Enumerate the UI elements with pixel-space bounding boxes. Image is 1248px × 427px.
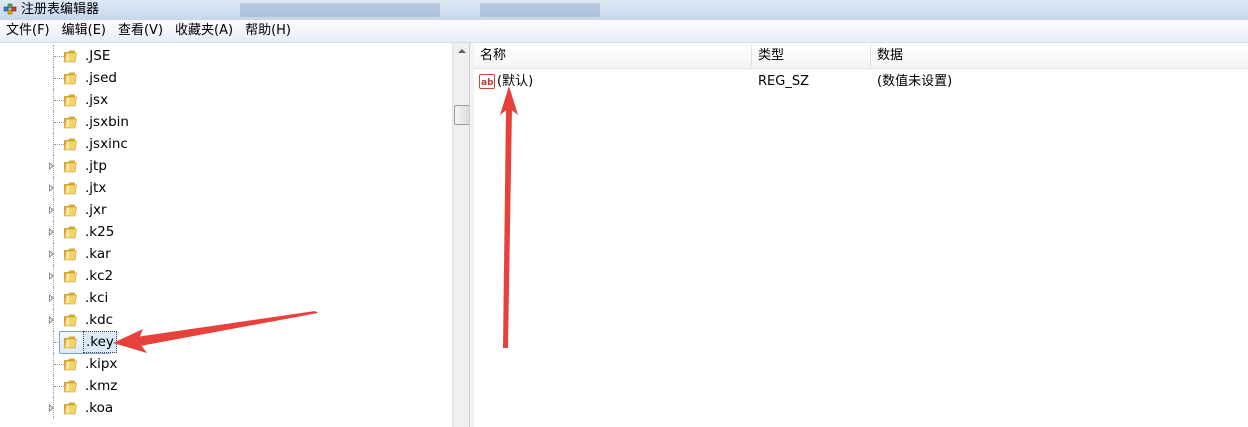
column-name[interactable]: 名称 xyxy=(474,43,751,68)
tree-item[interactable]: .kc2 xyxy=(0,265,452,287)
expand-arrow-icon[interactable] xyxy=(49,184,54,192)
tree-item-label: .JSE xyxy=(85,48,111,64)
folder-icon xyxy=(63,358,77,371)
folder-icon xyxy=(63,72,77,85)
tree-item[interactable]: .jsx xyxy=(0,89,452,111)
regedit-icon xyxy=(3,3,17,15)
tree-item[interactable]: .jsed xyxy=(0,67,452,89)
tree-item-label: .kar xyxy=(85,246,111,262)
scroll-thumb[interactable] xyxy=(454,105,470,125)
tree-item-label: .jsx xyxy=(85,92,109,108)
tree-item[interactable]: .jtx xyxy=(0,177,452,199)
folder-icon xyxy=(63,292,77,305)
tree-item[interactable]: .jxr xyxy=(0,199,452,221)
menu-bar: 文件(F) 编辑(E) 查看(V) 收藏夹(A) 帮助(H) xyxy=(0,20,1248,43)
expand-arrow-icon[interactable] xyxy=(49,294,54,302)
menu-favorites[interactable]: 收藏夹(A) xyxy=(169,20,239,42)
tree-item-label: .kc2 xyxy=(85,268,114,284)
value-name: (默认) xyxy=(497,74,534,89)
folder-icon xyxy=(63,50,77,63)
folder-icon xyxy=(63,336,77,349)
menu-edit[interactable]: 编辑(E) xyxy=(56,20,112,42)
value-data: (数值未设置) xyxy=(877,74,953,89)
tree-item-label: .key xyxy=(83,331,117,353)
folder-icon xyxy=(63,380,77,393)
tree-item-label: .jtx xyxy=(85,180,107,196)
tree-item-label: .jsxinc xyxy=(85,136,128,152)
value-type: REG_SZ xyxy=(758,74,809,89)
folder-icon xyxy=(63,314,77,327)
tree-item[interactable]: .k25 xyxy=(0,221,452,243)
expand-arrow-icon[interactable] xyxy=(49,162,54,170)
list-header: 名称 类型 数据 xyxy=(474,43,1248,69)
tree-item[interactable]: .koa xyxy=(0,397,452,419)
tree-item[interactable]: .kci xyxy=(0,287,452,309)
tree-item[interactable]: .jsxinc xyxy=(0,133,452,155)
tree-item-label: .kci xyxy=(85,290,109,306)
folder-icon xyxy=(63,270,77,283)
expand-arrow-icon[interactable] xyxy=(49,228,54,236)
tree-item[interactable]: .kar xyxy=(0,243,452,265)
window-title: 注册表编辑器 xyxy=(21,2,100,17)
registry-tree[interactable]: .JSE .jsed .jsx .jsxbin .jsxinc .jtp .jtx .jxr.… xyxy=(0,43,452,427)
scroll-up-arrow-icon[interactable] xyxy=(453,43,470,60)
menu-file[interactable]: 文件(F) xyxy=(0,20,56,42)
svg-text:ab: ab xyxy=(481,78,494,88)
title-bar: 注册表编辑器 xyxy=(0,0,1248,20)
folder-icon xyxy=(63,226,77,239)
folder-icon xyxy=(63,182,77,195)
tree-item-label: .kdc xyxy=(85,312,114,328)
string-value-icon: ab xyxy=(479,74,495,89)
tree-item-label: .jtp xyxy=(85,158,107,174)
values-list[interactable]: 名称 类型 数据 ab (默认) REG_SZ (数值未设置) xyxy=(474,43,1248,427)
folder-icon xyxy=(63,248,77,261)
menu-view[interactable]: 查看(V) xyxy=(112,20,169,42)
tree-item[interactable]: .kmz xyxy=(0,375,452,397)
tree-item[interactable]: .JSE xyxy=(0,45,452,67)
column-data[interactable]: 数据 xyxy=(871,43,1248,68)
tree-item[interactable]: .kdc xyxy=(0,309,452,331)
tree-item-label: .kipx xyxy=(85,356,118,372)
tree-item[interactable]: .jsxbin xyxy=(0,111,452,133)
tree-item-label: .koa xyxy=(85,400,114,416)
tree-item-label: .jsed xyxy=(85,70,117,86)
column-type[interactable]: 类型 xyxy=(752,43,870,68)
tree-item-label: .kmz xyxy=(85,378,118,394)
list-item[interactable]: ab (默认) REG_SZ (数值未设置) xyxy=(474,71,1248,93)
tree-item-label: .jsxbin xyxy=(85,114,129,130)
folder-icon xyxy=(63,160,77,173)
folder-icon xyxy=(63,116,77,129)
menu-help[interactable]: 帮助(H) xyxy=(239,20,297,42)
tree-item[interactable]: .key xyxy=(0,331,452,354)
tree-item-label: .k25 xyxy=(85,224,115,240)
folder-icon xyxy=(63,138,77,151)
tree-item[interactable]: .kipx xyxy=(0,353,452,375)
expand-arrow-icon[interactable] xyxy=(49,250,54,258)
tree-item-label: .jxr xyxy=(85,202,107,218)
tree-scrollbar[interactable] xyxy=(452,43,470,427)
title-bar-background xyxy=(480,3,600,17)
folder-icon xyxy=(63,402,77,415)
expand-arrow-icon[interactable] xyxy=(49,206,54,214)
expand-arrow-icon[interactable] xyxy=(49,316,54,324)
folder-icon xyxy=(63,94,77,107)
tree-item[interactable]: .jtp xyxy=(0,155,452,177)
title-bar-background xyxy=(240,3,440,17)
expand-arrow-icon[interactable] xyxy=(49,404,54,412)
expand-arrow-icon[interactable] xyxy=(49,272,54,280)
folder-icon xyxy=(63,204,77,217)
